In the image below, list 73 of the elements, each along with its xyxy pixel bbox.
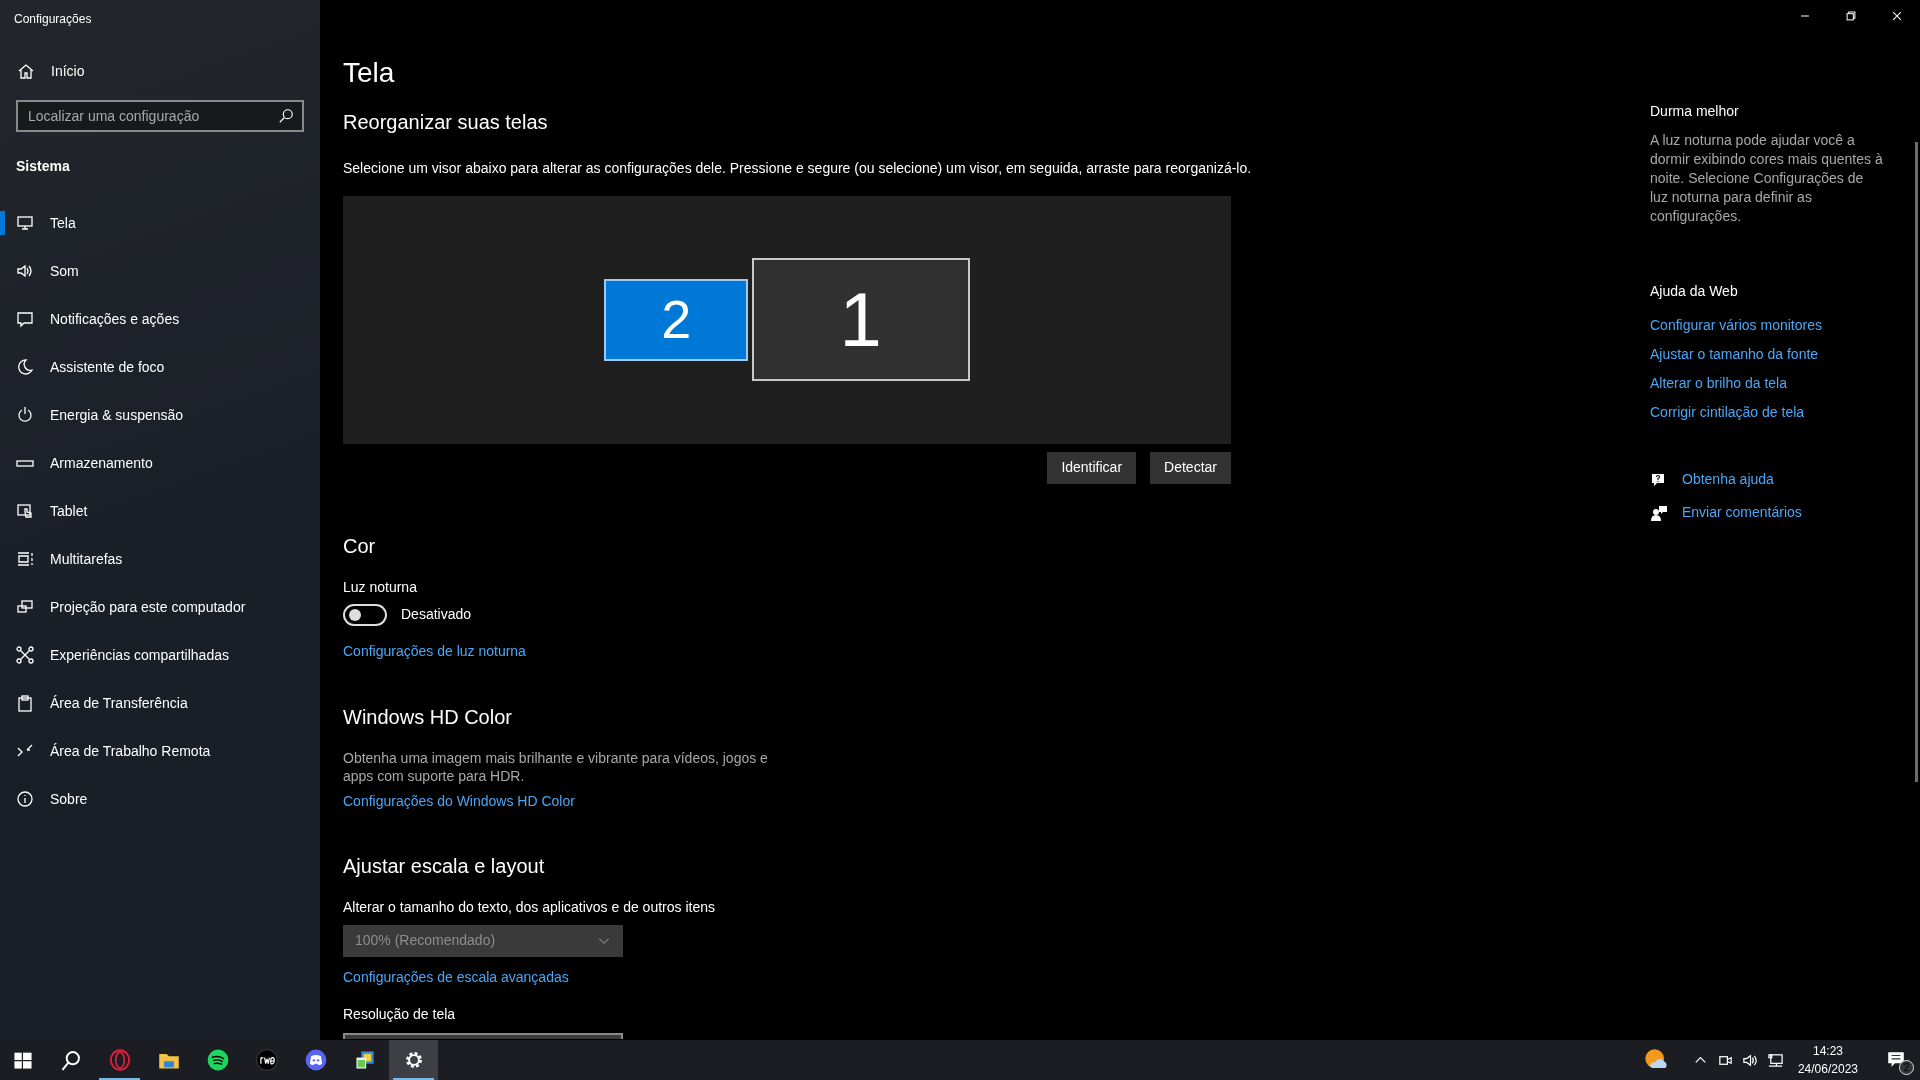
taskbar-app-button[interactable] bbox=[389, 1040, 438, 1080]
search-field[interactable]: Localizar uma configuração bbox=[16, 100, 304, 132]
speech-bubble-icon bbox=[16, 310, 34, 328]
moon-icon bbox=[16, 358, 34, 376]
multitasking-icon bbox=[16, 550, 34, 568]
tip-text: A luz noturna pode ajudar você a dormir exibindo cores mais quentes à noite. Selecione Configurações de luz noturna para definir as configurações. bbox=[1650, 131, 1884, 226]
section-heading: Sistema bbox=[15, 157, 71, 176]
description-text: Obtenha uma imagem mais brilhante e vibrante para vídeos, jogos e apps com suporte para HDR. bbox=[343, 748, 769, 785]
help-link[interactable]: Ajustar o tamanho da fonte bbox=[1650, 344, 1915, 365]
sidebar-item[interactable]: Armazenamento bbox=[0, 439, 320, 487]
home-icon bbox=[17, 62, 35, 80]
aside-heading: Ajuda da Web bbox=[1650, 282, 1739, 301]
identify-button[interactable]: Identificar bbox=[1047, 451, 1137, 484]
power-icon bbox=[16, 406, 34, 424]
page-title: Tela bbox=[343, 56, 396, 90]
sidebar-item[interactable]: Notificações e ações bbox=[0, 295, 320, 343]
instruction-text: Selecione um visor abaixo para alterar as configurações dele. Pressione e segure (ou selecione) um visor, em seguida, arraste para reorganizá-lo. bbox=[343, 158, 1253, 178]
close-icon bbox=[1890, 9, 1904, 23]
get-help-link[interactable]: Obtenha ajuda bbox=[1682, 469, 1774, 490]
search-icon bbox=[278, 108, 294, 124]
sidebar-item[interactable]: Projeção para este computador bbox=[0, 583, 320, 631]
detect-button[interactable]: Detectar bbox=[1150, 451, 1231, 484]
letters-logo-icon bbox=[255, 1049, 278, 1071]
sidebar-item[interactable]: Tablet bbox=[0, 487, 320, 535]
window-title: Configurações bbox=[13, 11, 93, 28]
clipboard-icon bbox=[16, 694, 34, 712]
monitor-tile[interactable]: 2 bbox=[604, 278, 749, 361]
night-light-settings-link[interactable]: Configurações de luz noturna bbox=[343, 640, 526, 662]
music-logo-icon bbox=[206, 1049, 229, 1071]
share-nodes-icon bbox=[16, 646, 34, 664]
tablet-icon bbox=[16, 502, 34, 520]
sidebar-item[interactable]: Assistente de foco bbox=[0, 343, 320, 391]
help-link[interactable]: Corrigir cintilação de tela bbox=[1650, 402, 1915, 423]
hd-color-settings-link[interactable]: Configurações do Windows HD Color bbox=[343, 790, 575, 812]
setting-label: Alterar o tamanho do texto, dos aplicativos e de outros itens bbox=[343, 897, 716, 917]
sidebar-item[interactable]: Experiências compartilhadas bbox=[0, 631, 320, 679]
help-link[interactable]: Configurar vários monitores bbox=[1650, 315, 1915, 336]
section-heading: Reorganizar suas telas bbox=[343, 109, 549, 134]
color-windows-icon bbox=[353, 1049, 376, 1071]
resolution-dropdown[interactable] bbox=[343, 1032, 623, 1039]
section-heading: Ajustar escala e layout bbox=[343, 853, 546, 878]
toggle-state-text: Desativado bbox=[401, 605, 472, 625]
chat-controller-logo-icon bbox=[304, 1049, 327, 1071]
sidebar-item[interactable]: Energia & suspensão bbox=[0, 391, 320, 439]
info-icon bbox=[16, 790, 34, 808]
sidebar-item[interactable]: Área de Trabalho Remota bbox=[0, 727, 320, 775]
clock-date: 24/06/2023 bbox=[1797, 1061, 1858, 1078]
feedback-link[interactable]: Enviar comentários bbox=[1682, 502, 1802, 523]
section-heading: Cor bbox=[343, 533, 377, 558]
scale-dropdown: 100% (Recomendado) bbox=[343, 924, 623, 957]
restore-icon bbox=[1844, 9, 1858, 23]
network-icon bbox=[1766, 1051, 1784, 1069]
monitor-tile[interactable]: 1 bbox=[751, 258, 970, 382]
monitor-icon bbox=[16, 214, 34, 232]
home-link[interactable]: Início bbox=[0, 46, 320, 96]
setting-label: Resolução de tela bbox=[343, 1004, 457, 1024]
feedback-icon bbox=[1650, 503, 1668, 522]
section-heading: Windows HD Color bbox=[343, 704, 513, 729]
aside-heading: Durma melhor bbox=[1650, 102, 1740, 121]
setting-label: Luz noturna bbox=[343, 577, 418, 597]
help-link[interactable]: Alterar o brilho da tela bbox=[1650, 373, 1915, 394]
projection-icon bbox=[16, 598, 34, 616]
toggle-switch[interactable] bbox=[343, 603, 387, 626]
search-icon bbox=[59, 1049, 82, 1071]
sidebar-item[interactable]: Sobre bbox=[0, 775, 320, 823]
sidebar-item[interactable]: Som bbox=[0, 247, 320, 295]
ring-logo-icon bbox=[108, 1049, 131, 1071]
clock-time: 14:23 bbox=[1812, 1043, 1843, 1060]
sidebar-item[interactable]: Área de Transferência bbox=[0, 679, 320, 727]
advanced-scaling-link[interactable]: Configurações de escala avançadas bbox=[343, 966, 569, 988]
sidebar-item[interactable]: Tela bbox=[0, 199, 320, 247]
sidebar-item[interactable]: Multitarefas bbox=[0, 535, 320, 583]
speaker-icon bbox=[16, 262, 34, 280]
